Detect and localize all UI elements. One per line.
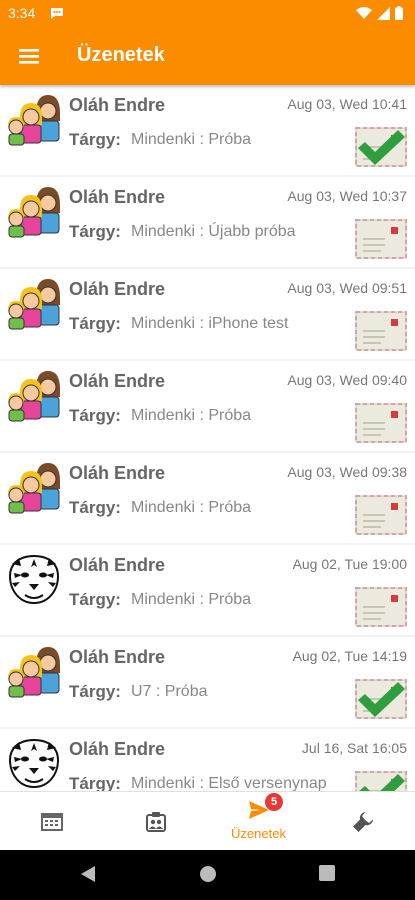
subject-text: Mindenki : Próba bbox=[131, 407, 252, 424]
family-avatar-icon bbox=[6, 275, 62, 331]
message-item[interactable]: Oláh Endre Aug 02, Tue 19:00 Tárgy: Mind… bbox=[0, 545, 415, 635]
envelope-icon bbox=[355, 219, 407, 259]
subject-text: Mindenki : iPhone test bbox=[131, 315, 289, 332]
subject-label: Tárgy: bbox=[69, 222, 121, 241]
message-item[interactable]: Oláh Endre Aug 03, Wed 09:38 Tárgy: Mind… bbox=[0, 453, 415, 543]
message-date: Jul 16, Sat 16:05 bbox=[301, 740, 407, 756]
unread-badge: 5 bbox=[265, 793, 283, 811]
message-date: Aug 03, Wed 10:37 bbox=[287, 188, 407, 204]
read-check-envelope-icon bbox=[355, 771, 407, 791]
sender-name: Oláh Endre bbox=[69, 187, 166, 207]
wifi-icon bbox=[356, 6, 372, 19]
system-nav-bar bbox=[0, 850, 415, 900]
sender-name: Oláh Endre bbox=[69, 463, 166, 483]
envelope-icon bbox=[355, 495, 407, 535]
app-bar: Üzenetek bbox=[0, 28, 415, 85]
hamburger-menu-icon[interactable] bbox=[18, 45, 40, 67]
subject-label: Tárgy: bbox=[69, 774, 121, 791]
wrench-icon bbox=[353, 812, 373, 832]
sender-name: Oláh Endre bbox=[69, 739, 166, 759]
message-item[interactable]: Oláh Endre Aug 03, Wed 10:37 Tárgy: Mind… bbox=[0, 177, 415, 267]
message-item[interactable]: Oláh Endre Aug 03, Wed 09:40 Tárgy: Mind… bbox=[0, 361, 415, 451]
message-list[interactable]: Oláh Endre Aug 03, Wed 10:41 Tárgy: Mind… bbox=[0, 85, 415, 791]
envelope-icon bbox=[355, 587, 407, 627]
status-time: 3:34 bbox=[8, 5, 36, 21]
subject-label: Tárgy: bbox=[69, 590, 121, 609]
family-avatar-icon bbox=[6, 643, 62, 699]
calendar-icon bbox=[41, 813, 63, 831]
tab-calendar[interactable] bbox=[0, 792, 103, 851]
sender-name: Oláh Endre bbox=[69, 279, 166, 299]
tab-messages[interactable]: 5 Üzenetek bbox=[207, 792, 310, 851]
family-avatar-icon bbox=[6, 367, 62, 423]
battery-icon bbox=[395, 6, 403, 20]
message-date: Aug 03, Wed 09:51 bbox=[287, 280, 407, 296]
read-check-envelope-icon bbox=[355, 127, 407, 167]
cell-signal-icon bbox=[377, 6, 390, 20]
family-avatar-icon bbox=[6, 91, 62, 147]
message-item[interactable]: Oláh Endre Aug 03, Wed 10:41 Tárgy: Mind… bbox=[0, 85, 415, 175]
team-roster-icon bbox=[146, 812, 166, 832]
bottom-nav: 5 Üzenetek bbox=[0, 791, 415, 851]
sender-name: Oláh Endre bbox=[69, 95, 166, 115]
subject-text: Mindenki : Első versenynap bbox=[131, 775, 327, 791]
recents-icon[interactable] bbox=[319, 865, 335, 881]
subject-label: Tárgy: bbox=[69, 130, 121, 149]
message-date: Aug 03, Wed 09:38 bbox=[287, 464, 407, 480]
tab-messages-label: Üzenetek bbox=[231, 826, 286, 841]
envelope-icon bbox=[355, 311, 407, 351]
subject-text: U7 : Próba bbox=[131, 683, 208, 700]
sender-name: Oláh Endre bbox=[69, 647, 166, 667]
message-date: Aug 02, Tue 14:19 bbox=[292, 648, 407, 664]
subject-label: Tárgy: bbox=[69, 682, 121, 701]
subject-text: Mindenki : Próba bbox=[131, 591, 252, 608]
subject-text: Mindenki : Újabb próba bbox=[131, 223, 296, 240]
tiger-avatar-icon bbox=[6, 551, 62, 607]
sender-name: Oláh Endre bbox=[69, 555, 166, 575]
page-title: Üzenetek bbox=[77, 44, 165, 66]
family-avatar-icon bbox=[6, 183, 62, 239]
chat-notification-icon bbox=[51, 8, 63, 19]
home-icon[interactable] bbox=[199, 865, 217, 883]
message-item[interactable]: Oláh Endre Jul 16, Sat 16:05 Tárgy: Mind… bbox=[0, 729, 415, 791]
sender-name: Oláh Endre bbox=[69, 371, 166, 391]
back-icon[interactable] bbox=[80, 865, 96, 883]
subject-text: Mindenki : Próba bbox=[131, 131, 252, 148]
tiger-avatar-icon bbox=[6, 735, 62, 791]
message-item[interactable]: Oláh Endre Aug 03, Wed 09:51 Tárgy: Mind… bbox=[0, 269, 415, 359]
envelope-icon bbox=[355, 403, 407, 443]
message-date: Aug 03, Wed 10:41 bbox=[287, 96, 407, 112]
subject-label: Tárgy: bbox=[69, 498, 121, 517]
subject-label: Tárgy: bbox=[69, 406, 121, 425]
tab-settings[interactable] bbox=[311, 792, 414, 851]
message-date: Aug 03, Wed 09:40 bbox=[287, 372, 407, 388]
status-bar: 3:34 bbox=[0, 0, 415, 28]
tab-team[interactable] bbox=[104, 792, 207, 851]
subject-text: Mindenki : Próba bbox=[131, 499, 252, 516]
read-check-envelope-icon bbox=[355, 679, 407, 719]
message-item[interactable]: Oláh Endre Aug 02, Tue 14:19 Tárgy: U7 :… bbox=[0, 637, 415, 727]
subject-label: Tárgy: bbox=[69, 314, 121, 333]
message-date: Aug 02, Tue 19:00 bbox=[292, 556, 407, 572]
family-avatar-icon bbox=[6, 459, 62, 515]
